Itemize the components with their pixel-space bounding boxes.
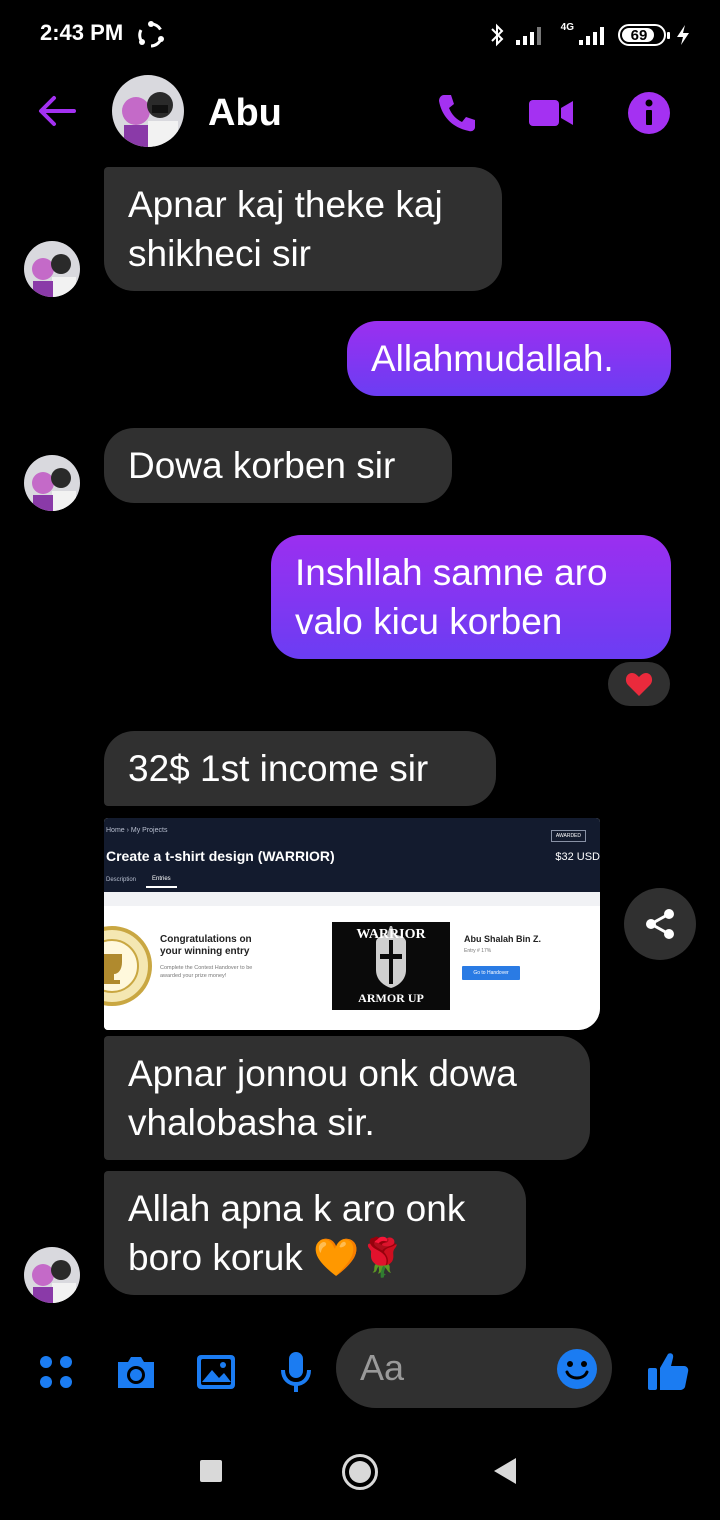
- message-outgoing[interactable]: Inshllah samne aro valo kicu korben: [271, 535, 671, 659]
- handover-button: Go to Handover: [462, 966, 520, 980]
- warrior-poster: WARRIOR ARMOR UP: [332, 922, 450, 1010]
- emoji-icon[interactable]: [556, 1348, 598, 1390]
- contest-price: $32 USD: [555, 851, 600, 863]
- signal-icon: [515, 27, 541, 45]
- share-icon: [646, 909, 674, 939]
- tab-entries: Entries: [146, 872, 177, 888]
- breadcrumb: Home › My Projects: [106, 827, 168, 834]
- contest-title: Create a t-shirt design (WARRIOR): [106, 848, 335, 864]
- message-incoming[interactable]: Apnar jonnou onk dowa vhalobasha sir.: [104, 1036, 590, 1160]
- message-input[interactable]: [360, 1348, 540, 1388]
- heart-icon: [625, 673, 653, 696]
- heart-reaction[interactable]: [608, 662, 670, 706]
- message-composer: [0, 1320, 720, 1420]
- winner-name: Abu Shalah Bin Z.: [464, 934, 542, 944]
- sender-avatar: [24, 1247, 80, 1303]
- bluetooth-icon: [490, 23, 504, 47]
- battery-level: 69: [630, 26, 648, 44]
- thumbs-up-icon[interactable]: [646, 1350, 690, 1394]
- message-incoming[interactable]: 32$ 1st income sir: [104, 731, 496, 806]
- camera-icon[interactable]: [114, 1350, 158, 1394]
- message-incoming[interactable]: Dowa korben sir: [104, 428, 452, 503]
- home-button[interactable]: [342, 1454, 378, 1490]
- tab-description: Description: [106, 877, 137, 883]
- chat-header: Abu: [0, 70, 720, 156]
- menu-grid-icon[interactable]: [34, 1350, 78, 1394]
- awarded-badge: AWARDED: [550, 830, 586, 842]
- contact-avatar[interactable]: [112, 75, 184, 147]
- share-button[interactable]: [624, 888, 696, 960]
- message-incoming[interactable]: Apnar kaj theke kaj shikheci sir: [104, 167, 502, 291]
- sender-avatar: [24, 455, 80, 511]
- charging-icon: [677, 25, 689, 45]
- back-arrow-icon[interactable]: [36, 90, 78, 132]
- trophy-badge-icon: [104, 926, 152, 1006]
- status-icons: 4G 69: [489, 20, 690, 50]
- signal-icon-2: [579, 27, 604, 45]
- congrats-title: Congratulations on your winning entry: [160, 934, 252, 957]
- message-incoming[interactable]: Allah apna k aro onk boro koruk 🧡🌹: [104, 1171, 526, 1295]
- sync-icon: [138, 21, 164, 48]
- contact-name: Abu: [208, 92, 282, 134]
- battery-icon: 69: [618, 24, 670, 46]
- video-call-icon[interactable]: [528, 90, 574, 136]
- system-back-button[interactable]: [494, 1458, 516, 1484]
- poster-bottom-text: ARMOR UP: [358, 991, 424, 1005]
- microphone-icon[interactable]: [274, 1350, 318, 1394]
- status-bar: 2:43 PM 4G 69: [0, 0, 720, 70]
- network-type: 4G: [560, 21, 574, 33]
- phone-call-icon[interactable]: [434, 90, 480, 136]
- message-outgoing[interactable]: Allahmudallah.: [347, 321, 671, 396]
- sender-avatar: [24, 241, 80, 297]
- shared-image[interactable]: Home › My Projects AWARDED Create a t-sh…: [104, 818, 600, 1030]
- poster-top-text: WARRIOR: [356, 927, 426, 942]
- entry-number: Entry # 17%: [464, 948, 492, 954]
- info-icon[interactable]: [626, 90, 672, 136]
- gallery-icon[interactable]: [194, 1350, 238, 1394]
- recents-button[interactable]: [200, 1460, 222, 1482]
- congrats-text: Complete the Contest Handover to be awar…: [160, 965, 253, 979]
- system-nav-bar: [0, 1420, 720, 1520]
- status-time: 2:43 PM: [40, 20, 124, 45]
